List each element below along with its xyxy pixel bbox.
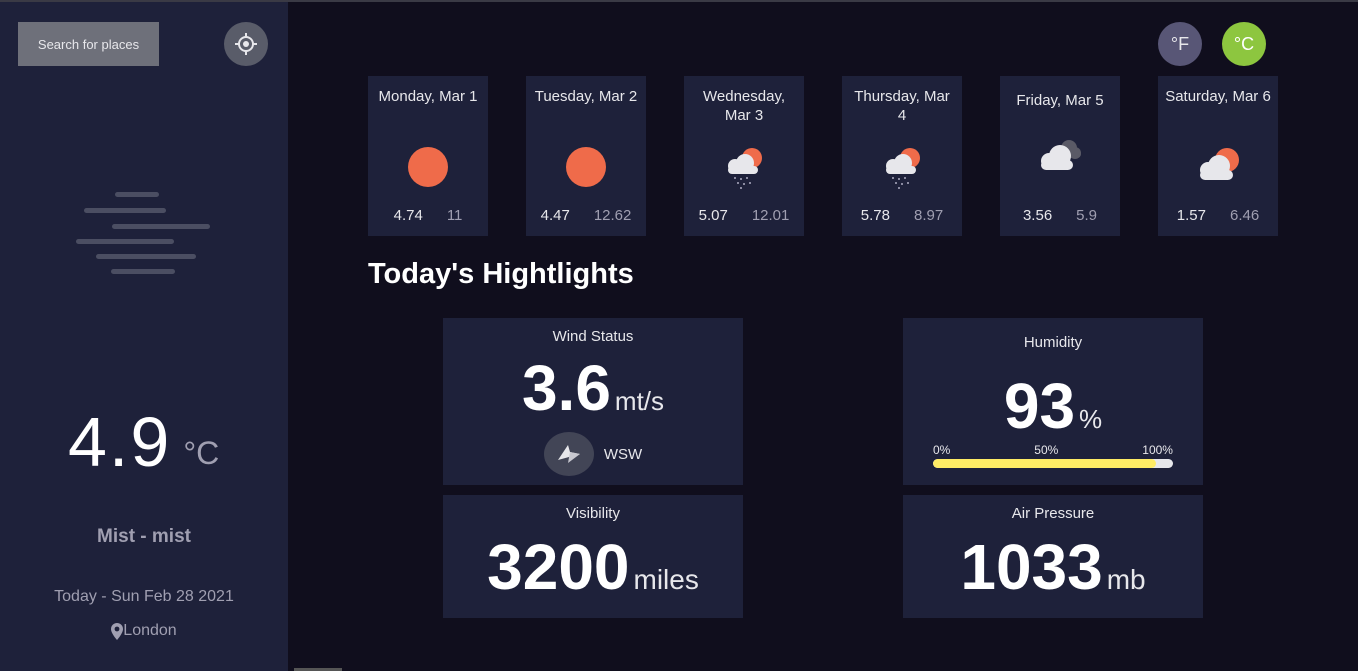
visibility-reading: 3200 miles	[443, 529, 743, 605]
humidity-scale-mid: 50%	[1034, 443, 1059, 457]
light-cloud-icon	[1200, 148, 1239, 180]
forecast-low: 5.07	[698, 207, 728, 224]
sun-icon	[408, 147, 448, 187]
forecast-low: 4.47	[540, 207, 570, 224]
forecast-card: Friday, Mar 5 3.56 5.9	[1000, 76, 1120, 236]
forecast-high: 8.97	[914, 207, 944, 224]
wind-speed-unit: mt/s	[614, 386, 665, 416]
forecast-high: 5.9	[1076, 207, 1098, 224]
forecast-card: Tuesday, Mar 2 4.47 12.62	[526, 76, 646, 236]
forecast-high: 12.62	[593, 207, 632, 224]
wind-status-panel: Wind Status 3.6 mt/s WSW	[443, 318, 743, 485]
search-places-button[interactable]: Search for places	[18, 22, 159, 66]
forecast-day: Friday, Mar 5	[1016, 92, 1104, 109]
heavy-cloud-icon	[1041, 140, 1081, 170]
forecast-card: Thursday, Mar 4 5.78 8.97	[842, 76, 962, 236]
locate-button[interactable]	[224, 22, 268, 66]
humidity-reading: 93 %	[903, 368, 1203, 444]
current-date: Today - Sun Feb 28 2021	[54, 588, 234, 605]
forecast-card: Monday, Mar 1 4.74 11	[368, 76, 488, 236]
current-temp-value: 4.9	[68, 403, 172, 481]
humidity-panel: Humidity 93 % 0% 50% 100%	[903, 318, 1203, 485]
location-pin-icon	[111, 622, 124, 640]
current-temp-unit: °C	[183, 435, 220, 471]
humidity-value: 93	[1003, 370, 1076, 442]
highlights-title: Today's Hightlights	[368, 258, 634, 290]
visibility-label: Visibility	[566, 505, 620, 522]
mist-icon	[70, 187, 220, 282]
forecast-day: Tuesday, Mar 2	[534, 88, 638, 105]
compass-arrow-icon	[543, 432, 594, 476]
sidebar: Search for places 4.9 °C Mist - mist Tod…	[0, 2, 288, 671]
humidity-scale-min: 0%	[933, 443, 951, 457]
fahrenheit-button[interactable]: °F	[1158, 22, 1202, 66]
humidity-scale: 0% 50% 100%	[933, 443, 1173, 457]
forecast-card: Wednesday, Mar 3 5.07 12.01	[684, 76, 804, 236]
air-pressure-panel: Air Pressure 1033 mb	[903, 495, 1203, 618]
visibility-unit: miles	[633, 564, 699, 595]
forecast-low: 1.57	[1176, 207, 1206, 224]
visibility-value: 3200	[487, 531, 630, 603]
air-pressure-label: Air Pressure	[1011, 505, 1095, 522]
wind-status-label: Wind Status	[552, 328, 634, 345]
air-pressure-value: 1033	[960, 531, 1103, 603]
air-pressure-reading: 1033 mb	[903, 529, 1203, 605]
forecast-low: 5.78	[860, 207, 890, 224]
wind-speed: 3.6 mt/s	[443, 350, 743, 426]
air-pressure-unit: mb	[1106, 564, 1146, 595]
forecast-low: 4.74	[393, 207, 423, 224]
forecast-day: Thursday, Mar 4	[854, 88, 950, 124]
forecast-high: 12.01	[751, 207, 790, 224]
forecast-high: 11	[446, 207, 463, 224]
light-rain-icon	[886, 148, 920, 189]
wind-direction: WSW	[443, 432, 743, 476]
forecast-low: 3.56	[1022, 207, 1053, 224]
weather-description: Mist - mist	[97, 526, 191, 547]
gps-crosshair-icon	[235, 33, 257, 55]
forecast-high: 6.46	[1230, 207, 1260, 224]
current-temperature: 4.9 °C	[68, 400, 219, 490]
forecast-card: Saturday, Mar 6 1.57 6.46	[1158, 76, 1278, 236]
forecast-day: Saturday, Mar 6	[1165, 88, 1271, 105]
humidity-progress-bar	[933, 459, 1173, 468]
sun-icon	[566, 147, 606, 187]
humidity-progress-fill	[933, 459, 1157, 468]
humidity-label: Humidity	[1023, 334, 1083, 351]
visibility-panel: Visibility 3200 miles	[443, 495, 743, 618]
wind-speed-value: 3.6	[521, 352, 611, 424]
location: London	[0, 622, 288, 640]
wind-direction-label: WSW	[603, 445, 643, 463]
location-name: London	[123, 622, 177, 639]
celsius-button[interactable]: °C	[1222, 22, 1266, 66]
humidity-scale-max: 100%	[1142, 443, 1173, 457]
humidity-unit: %	[1079, 404, 1103, 434]
forecast-day: Monday, Mar 1	[378, 88, 478, 105]
forecast-day: Wednesday, Mar 3	[703, 88, 785, 124]
light-rain-icon	[728, 148, 762, 189]
